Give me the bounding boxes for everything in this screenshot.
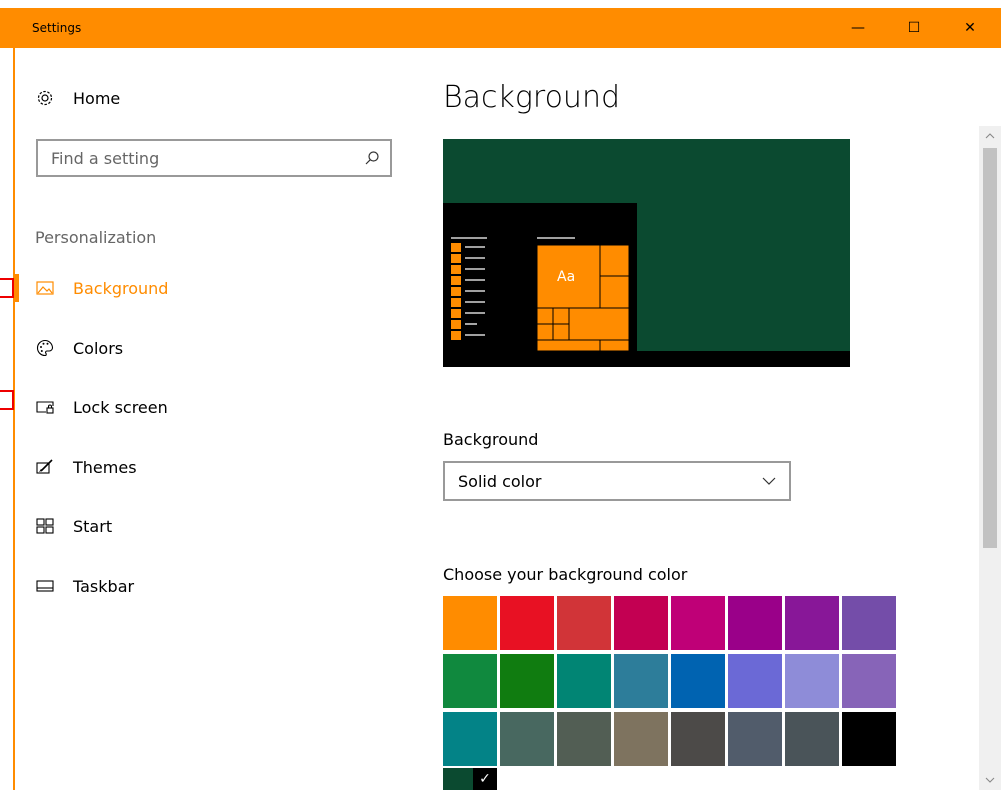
picture-icon	[34, 278, 56, 298]
search-icon[interactable]	[354, 150, 390, 166]
color-swatch[interactable]	[443, 654, 497, 708]
sidebar-item-label: Lock screen	[73, 397, 168, 417]
color-swatch[interactable]	[842, 654, 896, 708]
background-setting-label: Background	[443, 430, 539, 449]
vertical-scrollbar[interactable]	[979, 126, 1001, 790]
color-swatch[interactable]	[500, 654, 554, 708]
minimize-icon: —	[851, 20, 865, 36]
color-swatch[interactable]	[614, 596, 668, 650]
dropdown-value: Solid color	[458, 471, 542, 491]
sidebar-item-label: Themes	[73, 457, 137, 477]
taskbar-icon	[34, 576, 56, 596]
preview-tile-text: Aa	[557, 269, 576, 285]
sidebar-item-label: Colors	[73, 338, 124, 358]
minimize-button[interactable]: —	[835, 8, 881, 48]
color-swatch[interactable]	[671, 596, 725, 650]
choose-color-label: Choose your background color	[443, 565, 688, 584]
color-swatch[interactable]	[443, 712, 497, 766]
color-swatch[interactable]	[443, 596, 497, 650]
color-swatch[interactable]	[842, 712, 896, 766]
background-preview: Aa	[443, 139, 850, 367]
scroll-down-arrow[interactable]	[979, 770, 1001, 790]
scroll-up-arrow[interactable]	[979, 126, 1001, 146]
search-box[interactable]: Find a setting	[36, 139, 392, 177]
selected-custom-color[interactable]: ✓	[443, 768, 497, 790]
sidebar-item-lock-screen[interactable]: Lock screen	[15, 387, 410, 427]
title-bar: Settings — ☐ ✕	[0, 0, 1001, 48]
color-swatch[interactable]	[671, 712, 725, 766]
color-swatch[interactable]	[785, 654, 839, 708]
preview-start-graphic	[451, 237, 630, 352]
color-swatch[interactable]	[557, 712, 611, 766]
home-label: Home	[73, 88, 121, 108]
preview-start-menu: Aa	[443, 203, 637, 352]
page-title: Background	[443, 80, 620, 115]
color-swatch[interactable]	[557, 654, 611, 708]
maximize-button[interactable]: ☐	[891, 8, 937, 48]
palette-icon	[34, 338, 56, 358]
chevron-down-icon	[749, 477, 789, 485]
sidebar-item-label: Taskbar	[73, 576, 135, 596]
sidebar: Home Find a setting Personalization Back…	[15, 48, 410, 790]
lock-screen-icon	[34, 397, 56, 417]
window-title: Settings	[32, 21, 82, 35]
search-input[interactable]: Find a setting	[38, 149, 354, 168]
sidebar-item-label: Background	[73, 278, 169, 298]
color-swatch[interactable]	[500, 596, 554, 650]
brush-icon	[34, 457, 56, 477]
color-swatch[interactable]	[671, 654, 725, 708]
close-button[interactable]: ✕	[947, 8, 993, 48]
sidebar-item-start[interactable]: Start	[15, 506, 410, 546]
checkmark-icon: ✓	[473, 768, 497, 790]
sidebar-item-themes[interactable]: Themes	[15, 447, 410, 487]
maximize-icon: ☐	[907, 20, 921, 36]
color-swatch[interactable]	[614, 654, 668, 708]
color-swatch[interactable]	[614, 712, 668, 766]
scrollbar-thumb[interactable]	[983, 148, 997, 548]
color-swatch[interactable]	[785, 712, 839, 766]
color-swatch[interactable]	[785, 596, 839, 650]
preview-taskbar	[443, 351, 850, 367]
sidebar-item-colors[interactable]: Colors	[15, 328, 410, 368]
start-tiles-icon	[34, 516, 56, 536]
color-swatch[interactable]	[728, 712, 782, 766]
color-swatch[interactable]	[842, 596, 896, 650]
sidebar-item-taskbar[interactable]: Taskbar	[15, 566, 410, 606]
color-swatch[interactable]	[728, 596, 782, 650]
gear-icon	[35, 88, 55, 108]
color-swatch[interactable]	[557, 596, 611, 650]
close-icon: ✕	[964, 20, 976, 36]
annotation-marker	[0, 278, 14, 298]
color-swatch[interactable]	[728, 654, 782, 708]
color-swatch[interactable]	[500, 712, 554, 766]
sidebar-item-label: Start	[73, 516, 113, 536]
sidebar-item-background[interactable]: Background	[15, 268, 410, 308]
home-link[interactable]: Home	[35, 88, 120, 108]
background-type-dropdown[interactable]: Solid color	[443, 461, 791, 501]
section-heading: Personalization	[35, 228, 157, 247]
annotation-marker	[0, 390, 14, 410]
